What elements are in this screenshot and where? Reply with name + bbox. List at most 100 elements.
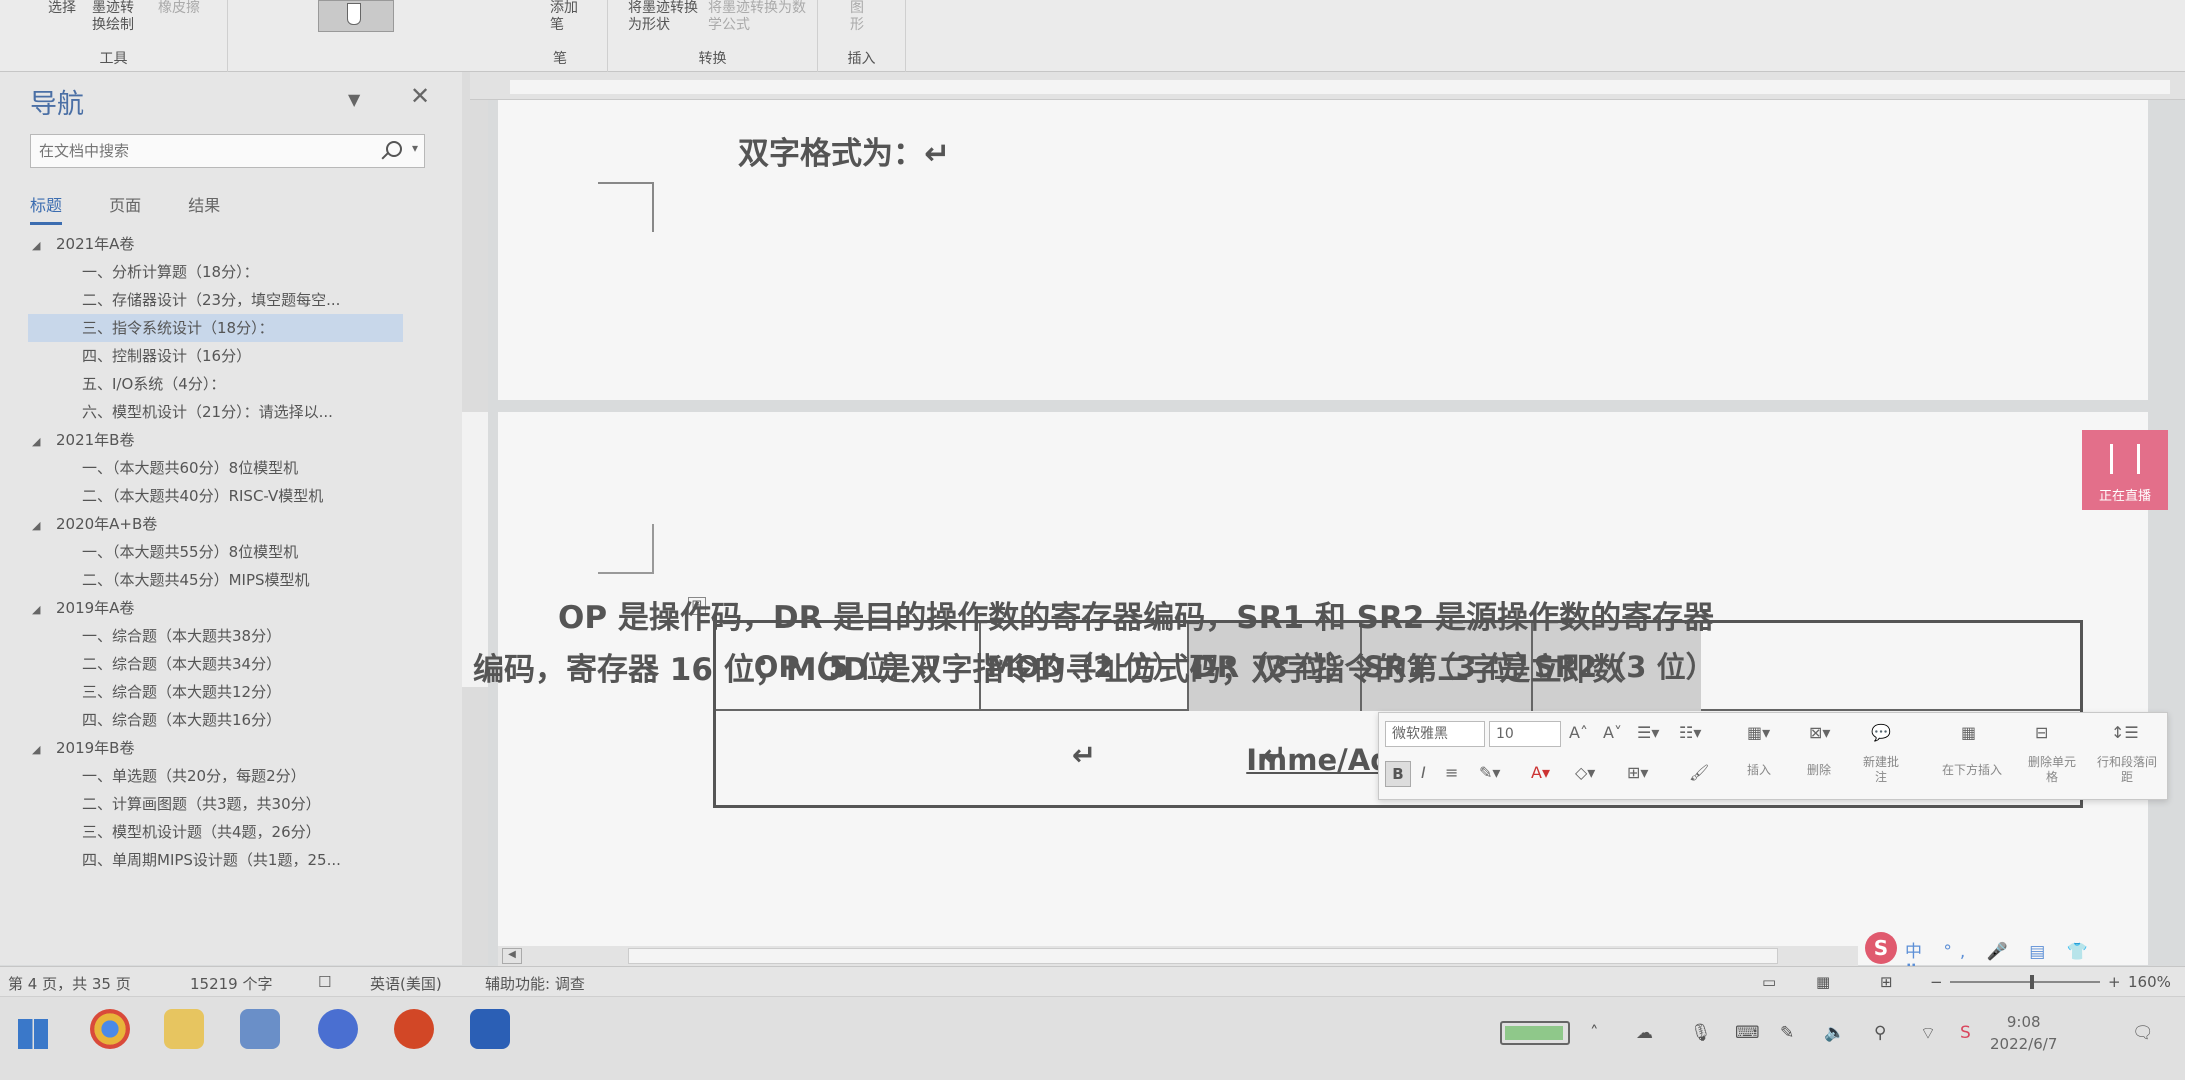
tree-item[interactable]: 二、（本大题共40分）RISC-V模型机 bbox=[28, 482, 438, 510]
nav-search-box[interactable]: ▾ bbox=[30, 134, 425, 168]
clock[interactable]: 9:08 2022/6/7 bbox=[1990, 1011, 2057, 1055]
ink-convert-button[interactable]: 墨迹转 bbox=[92, 0, 134, 17]
tree-group[interactable]: ◢ 2020年A+B卷 bbox=[28, 510, 438, 538]
search-dropdown-icon[interactable]: ▾ bbox=[412, 141, 418, 155]
word-count[interactable]: 15219 个字 bbox=[190, 973, 273, 994]
format-painter-icon[interactable]: 🖌 bbox=[1689, 763, 1709, 782]
chevron-down-icon[interactable]: ▼ bbox=[348, 90, 360, 109]
font-size-select[interactable]: 10 bbox=[1489, 721, 1561, 747]
table-cell-imme-addr[interactable]: Imme/Addr bbox=[786, 713, 1426, 808]
add-pen-button[interactable]: 添加笔 bbox=[550, 0, 590, 34]
shrink-font-icon[interactable]: A˅ bbox=[1603, 723, 1622, 742]
tree-group[interactable]: ◢ 2021年B卷 bbox=[28, 426, 438, 454]
font-color-icon[interactable]: A▾ bbox=[1531, 763, 1550, 782]
battery-icon[interactable] bbox=[1500, 1021, 1570, 1045]
eraser-button[interactable]: 橡皮擦 bbox=[158, 0, 200, 17]
ruler-scale[interactable] bbox=[510, 80, 2170, 94]
highlight-icon[interactable]: ✎▾ bbox=[1479, 763, 1500, 782]
mail-icon[interactable] bbox=[240, 1009, 280, 1049]
sogou-logo-icon[interactable]: S bbox=[1865, 932, 1897, 964]
collapse-triangle-icon[interactable]: ◢ bbox=[32, 512, 56, 538]
ink-to-math-button[interactable]: 将墨迹转换为数学公式 bbox=[708, 0, 808, 34]
tree-item[interactable]: 二、综合题（本大题共34分） bbox=[28, 650, 438, 678]
ink-to-shape-button[interactable]: 将墨迹转换为形状 bbox=[628, 0, 708, 34]
collapse-triangle-icon[interactable]: ◢ bbox=[32, 596, 56, 622]
chrome-icon[interactable] bbox=[90, 1009, 130, 1049]
collapse-triangle-icon[interactable]: ◢ bbox=[32, 428, 56, 454]
tree-item[interactable]: 四、综合题（本大题共16分） bbox=[28, 706, 438, 734]
nav-search-input[interactable] bbox=[39, 140, 369, 162]
paragraph-line[interactable]: 编码，寄存器 16 位；MOD 是双字指令的寻址方式码；双字指令的第二字是立即数 bbox=[473, 644, 1623, 689]
search-icon[interactable] bbox=[386, 141, 402, 157]
select-button[interactable]: 选择 bbox=[48, 0, 76, 17]
zoom-slider[interactable] bbox=[1950, 975, 2100, 989]
page-count[interactable]: 第 4 页，共 35 页 bbox=[8, 973, 131, 994]
delete-cell-label[interactable]: 删除单元格 bbox=[2027, 755, 2077, 785]
windows-start-icon[interactable] bbox=[18, 1019, 48, 1049]
zoom-level[interactable]: 160% bbox=[2128, 973, 2171, 991]
app-icon[interactable] bbox=[318, 1009, 358, 1049]
accessibility-status[interactable]: 辅助功能: 调查 bbox=[485, 973, 585, 994]
tab-pages[interactable]: 页面 bbox=[109, 192, 141, 222]
shading-icon[interactable]: ◇▾ bbox=[1575, 763, 1595, 782]
zoom-out-icon[interactable]: − bbox=[1930, 973, 1943, 991]
volume-icon[interactable]: 🔈 bbox=[1824, 1023, 1845, 1043]
live-stream-tab[interactable]: 正在直播 bbox=[2082, 430, 2168, 510]
table-delete-icon[interactable]: ⊠▾ bbox=[1809, 723, 1830, 742]
keyboard-icon[interactable]: ⌨ bbox=[1735, 1023, 1760, 1043]
network-icon[interactable]: ⚲ bbox=[1874, 1023, 1886, 1043]
insert-below-icon[interactable]: ▦ bbox=[1961, 723, 1976, 742]
ime-toolbar[interactable]: S 中 °, 🎤 ▤ 👕 ⠿ bbox=[1865, 930, 2115, 982]
tree-item[interactable]: 四、控制器设计（16分） bbox=[28, 342, 438, 370]
close-icon[interactable]: ✕ bbox=[410, 82, 430, 110]
cloud-icon[interactable]: ☁ bbox=[1636, 1023, 1653, 1043]
grow-font-icon[interactable]: A˄ bbox=[1569, 723, 1588, 742]
tree-item[interactable]: 一、单选题（共20分，每题2分） bbox=[28, 762, 438, 790]
tree-item[interactable]: 一、（本大题共55分）8位模型机 bbox=[28, 538, 438, 566]
borders-icon[interactable]: ⊞▾ bbox=[1627, 763, 1648, 782]
draw-button[interactable]: 换绘制 bbox=[92, 17, 134, 34]
powerpoint-icon[interactable] bbox=[394, 1009, 434, 1049]
tree-item[interactable]: 二、存储器设计（23分，填空题每空... bbox=[28, 286, 438, 314]
tree-item[interactable]: 一、分析计算题（18分）： bbox=[28, 258, 438, 286]
bold-button[interactable]: B bbox=[1385, 761, 1411, 787]
paragraph-line[interactable]: OP 是操作码，DR 是目的操作数的寄存器编码，SR1 和 SR2 是源操作数的… bbox=[558, 592, 1714, 637]
wifi-icon[interactable]: ⌔ bbox=[1920, 1023, 1936, 1044]
insert-shape-button[interactable]: 图形 bbox=[850, 0, 870, 34]
insert-label[interactable]: 插入 bbox=[1739, 763, 1779, 778]
pen-swatch[interactable] bbox=[318, 0, 394, 32]
tab-headings[interactable]: 标题 bbox=[30, 192, 63, 225]
delete-label[interactable]: 删除 bbox=[1799, 763, 1839, 778]
print-layout-icon[interactable]: ▦ bbox=[1816, 973, 1830, 991]
line-spacing-label[interactable]: 行和段落间距 bbox=[2095, 755, 2159, 785]
tree-item[interactable]: 五、I/O系统（4分）： bbox=[28, 370, 438, 398]
delete-cell-icon[interactable]: ⊟ bbox=[2035, 723, 2048, 742]
line-spacing-icon[interactable]: ↕☰ bbox=[2111, 723, 2139, 742]
tree-item[interactable]: 三、指令系统设计（18分）： bbox=[28, 314, 403, 342]
tree-item[interactable]: 三、模型机设计题（共4题，26分） bbox=[28, 818, 438, 846]
new-comment-icon[interactable]: 💬 bbox=[1871, 723, 1891, 742]
sogou-tray-icon[interactable]: S bbox=[1960, 1023, 1971, 1043]
italic-icon[interactable]: I bbox=[1421, 763, 1426, 782]
collapse-triangle-icon[interactable]: ◢ bbox=[32, 736, 56, 762]
file-explorer-icon[interactable] bbox=[164, 1009, 204, 1049]
tree-item[interactable]: 六、模型机设计（21分）：请选择以... bbox=[28, 398, 438, 426]
tab-results[interactable]: 结果 bbox=[188, 192, 220, 222]
read-mode-icon[interactable]: ▭ bbox=[1762, 973, 1776, 991]
numbering-icon[interactable]: ☷▾ bbox=[1679, 723, 1701, 742]
notification-icon[interactable]: 🗨 bbox=[2132, 1023, 2154, 1043]
tree-item[interactable]: 一、综合题（本大题共38分） bbox=[28, 622, 438, 650]
bullets-icon[interactable]: ☰▾ bbox=[1637, 723, 1659, 742]
tree-group[interactable]: ◢ 2021年A卷 bbox=[28, 230, 438, 258]
tree-item[interactable]: 一、（本大题共60分）8位模型机 bbox=[28, 454, 438, 482]
proofing-icon[interactable]: ☐ bbox=[318, 973, 331, 991]
table-insert-icon[interactable]: ▦▾ bbox=[1747, 723, 1770, 742]
scroll-left-icon[interactable]: ◀ bbox=[502, 948, 522, 964]
horizontal-scrollbar[interactable]: ◀ bbox=[498, 946, 1858, 966]
tree-item[interactable]: 二、计算画图题（共3题，共30分） bbox=[28, 790, 438, 818]
microphone-icon[interactable]: 🎙 bbox=[1690, 1023, 1712, 1043]
collapse-triangle-icon[interactable]: ◢ bbox=[32, 232, 56, 258]
zoom-in-icon[interactable]: + bbox=[2108, 973, 2121, 991]
chevron-up-icon[interactable]: ˄ bbox=[1590, 1023, 1599, 1043]
tree-item[interactable]: 四、单周期MIPS设计题（共1题，25... bbox=[28, 846, 438, 874]
